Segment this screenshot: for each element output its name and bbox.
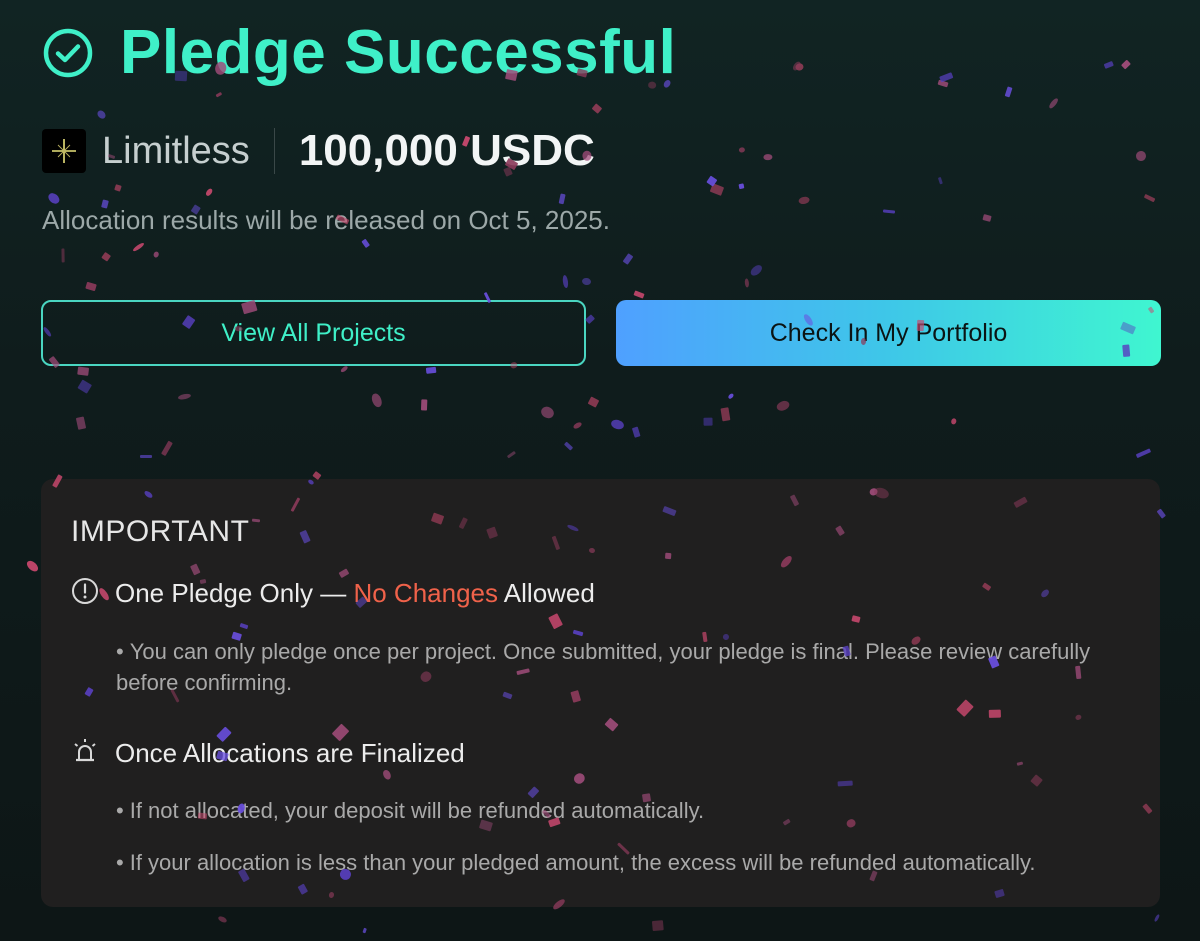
confetti-piece xyxy=(950,417,957,425)
confetti-piece xyxy=(75,416,87,430)
confetti-piece xyxy=(581,277,592,286)
confetti-piece xyxy=(1143,193,1155,203)
confetti-piece xyxy=(937,80,949,88)
confetti-piece xyxy=(937,176,943,184)
release-note: Allocation results will be released on O… xyxy=(42,205,610,235)
confetti-piece xyxy=(1004,86,1013,99)
confetti-piece xyxy=(1135,448,1151,459)
confetti-piece xyxy=(132,241,146,253)
allocations-heading: Once Allocations are Finalized xyxy=(71,737,465,770)
confetti-piece xyxy=(95,108,107,120)
confetti-piece xyxy=(564,441,574,451)
check-portfolio-button[interactable]: Check In My Portfolio xyxy=(616,300,1161,366)
confetti-piece xyxy=(1048,97,1060,110)
confetti-piece xyxy=(631,426,641,438)
allocations-heading-text: Once Allocations are Finalized xyxy=(115,738,465,768)
confetti-piece xyxy=(706,175,718,187)
important-title: IMPORTANT xyxy=(71,515,250,548)
confetti-piece xyxy=(215,91,222,97)
confetti-piece xyxy=(217,915,228,925)
confetti-piece xyxy=(702,418,713,427)
confetti-piece xyxy=(584,314,595,325)
confetti-piece xyxy=(46,191,62,206)
confetti-piece xyxy=(798,196,811,206)
confetti-piece xyxy=(77,379,92,394)
refund-bullet-2: • If your allocation is less than your pl… xyxy=(116,850,1036,875)
confetti-piece xyxy=(633,290,645,299)
one-pledge-heading: One Pledge Only — No Changes Allowed xyxy=(71,577,595,610)
important-card: IMPORTANT One Pledge Only — No Changes A… xyxy=(41,479,1160,907)
confetti-piece xyxy=(738,183,745,190)
confetti-piece xyxy=(775,398,791,412)
confetti-piece xyxy=(791,59,802,72)
confetti-piece xyxy=(588,396,600,408)
confetti-piece xyxy=(651,920,665,932)
project-name: Limitless xyxy=(102,129,250,172)
page-title: Pledge Successful xyxy=(120,18,677,87)
confetti-piece xyxy=(591,103,603,114)
confetti-piece xyxy=(139,454,153,459)
confetti-piece xyxy=(77,366,90,377)
confetti-piece xyxy=(709,182,724,196)
bullet-text: If your allocation is less than your ple… xyxy=(129,850,1036,875)
confetti-piece xyxy=(622,253,634,266)
confetti-piece xyxy=(795,62,805,71)
alert-circle-icon xyxy=(71,577,99,610)
confetti-piece xyxy=(539,404,557,420)
limitless-logo-icon xyxy=(42,129,86,173)
confetti-piece xyxy=(24,559,40,574)
heading-text-end: Allowed xyxy=(498,578,595,608)
confetti-piece xyxy=(425,366,437,374)
confetti-piece xyxy=(562,274,570,288)
divider xyxy=(273,128,275,174)
heading-text: One Pledge Only — xyxy=(115,578,354,608)
bullet-text: If not allocated, your deposit will be r… xyxy=(129,798,705,823)
confetti-piece xyxy=(370,392,384,409)
project-summary: Limitless 100,000 USDC xyxy=(42,126,595,175)
siren-icon xyxy=(71,737,99,770)
confetti-piece xyxy=(571,420,583,430)
confetti-piece xyxy=(339,364,349,374)
confetti-piece xyxy=(883,209,896,215)
confetti-piece xyxy=(610,418,626,431)
confetti-piece xyxy=(204,187,214,198)
pledge-rule-bullet: • You can only pledge once per project. O… xyxy=(116,639,1091,695)
confetti-piece xyxy=(738,146,745,153)
confetti-piece xyxy=(727,392,735,400)
confetti-piece xyxy=(749,263,765,278)
confetti-piece xyxy=(720,406,731,421)
confetti-piece xyxy=(557,193,566,205)
confetti-piece xyxy=(1136,150,1147,162)
no-changes-warning: No Changes xyxy=(353,578,499,608)
confetti-piece xyxy=(114,184,122,192)
confetti-piece xyxy=(177,392,192,400)
refund-bullet-1: • If not allocated, your deposit will be … xyxy=(116,798,705,823)
confetti-piece xyxy=(1153,913,1161,922)
view-all-projects-button[interactable]: View All Projects xyxy=(41,300,586,366)
pledge-amount: 100,000 USDC xyxy=(298,126,595,175)
confetti-piece xyxy=(982,214,993,223)
confetti-piece xyxy=(361,927,367,934)
confetti-piece xyxy=(152,250,160,259)
confetti-piece xyxy=(506,450,517,458)
confetti-piece xyxy=(101,251,111,262)
bullet-text: You can only pledge once per project. On… xyxy=(116,639,1091,695)
confetti-piece xyxy=(61,248,66,263)
confetti-piece xyxy=(161,441,173,457)
confetti-piece xyxy=(744,278,750,289)
confetti-piece xyxy=(1121,59,1131,70)
confetti-piece xyxy=(420,399,427,411)
confetti-piece xyxy=(360,238,370,248)
success-header: Pledge Successful xyxy=(42,22,676,84)
confetti-piece xyxy=(939,71,954,83)
confetti-piece xyxy=(763,154,773,161)
confetti-piece xyxy=(85,282,97,292)
confetti-piece xyxy=(1102,60,1114,70)
check-circle-icon xyxy=(42,27,94,79)
